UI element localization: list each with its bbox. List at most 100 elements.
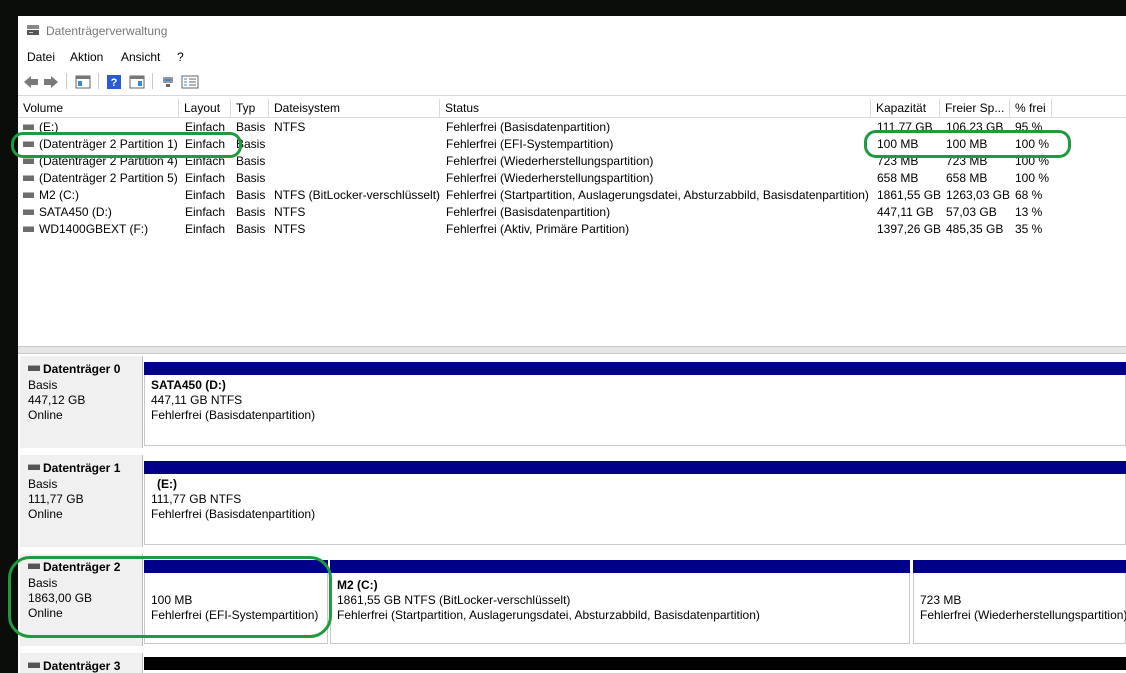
cell-layout: Einfach <box>185 205 226 219</box>
disk-icon <box>28 563 40 569</box>
partition-recovery[interactable]: 723 MB Fehlerfrei (Wiederherstellungspar… <box>913 560 1126 644</box>
partition-title: SATA450 (D:) <box>151 378 226 392</box>
partition-bar <box>144 362 1126 375</box>
cell-typ: Basis <box>236 154 266 168</box>
disk-icon <box>28 365 40 371</box>
partition-title: M2 (C:) <box>337 578 378 592</box>
menu-bar: Datei Aktion Ansicht ? <box>18 47 1126 67</box>
cell-freier-speicher: 1263,03 GB <box>946 188 1011 202</box>
partition-bar <box>144 657 1126 670</box>
partition-size: 100 MB <box>151 593 193 607</box>
volume-drive-icon <box>23 175 34 181</box>
cell-layout: Einfach <box>185 222 226 236</box>
cell-kapazitaet: 447,11 GB <box>877 205 934 219</box>
disk-3-row: Datenträger 3 <box>18 651 1126 673</box>
cell-volume: WD1400GBEXT (F:) <box>39 222 149 236</box>
partition-status: Fehlerfrei (Basisdatenpartition) <box>151 507 316 521</box>
volume-drive-icon <box>23 209 34 215</box>
cell-typ: Basis <box>236 188 266 202</box>
volume-drive-icon <box>23 158 34 164</box>
cell-typ: Basis <box>236 222 266 236</box>
volume-list-header: Volume Layout Typ Dateisystem Status Kap… <box>18 99 1126 118</box>
cell-freier-speicher: 106,23 GB <box>946 120 1004 134</box>
col-typ[interactable]: Typ <box>231 99 269 117</box>
cell-prozent-frei: 95 % <box>1015 120 1043 134</box>
disk-1-info[interactable]: Datenträger 1 Basis 111,77 GB Online <box>20 455 143 547</box>
disk-2-size: 1863,00 GB <box>28 591 93 605</box>
partition-bar <box>913 560 1126 573</box>
col-freier-speicher[interactable]: Freier Sp... <box>940 99 1010 117</box>
cell-layout: Einfach <box>185 120 226 134</box>
disk-2-info[interactable]: Datenträger 2 Basis 1863,00 GB Online <box>20 554 143 646</box>
col-status[interactable]: Status <box>440 99 871 117</box>
cell-freier-speicher: 57,03 GB <box>946 205 997 219</box>
col-kapazitaet[interactable]: Kapazität <box>871 99 940 117</box>
disk-management-app-icon <box>26 24 40 39</box>
disk-0-state: Online <box>28 408 63 422</box>
menu-datei[interactable]: Datei <box>27 50 55 64</box>
col-layout[interactable]: Layout <box>179 99 231 117</box>
partition-efi[interactable]: 100 MB Fehlerfrei (EFI-Systempartition) <box>144 560 328 644</box>
disk-2-state: Online <box>28 606 63 620</box>
cell-status: Fehlerfrei (Startpartition, Auslagerungs… <box>446 188 869 202</box>
disk-0-info[interactable]: Datenträger 0 Basis 447,12 GB Online <box>20 356 143 448</box>
partition-m2-c[interactable]: M2 (C:) 1861,55 GB NTFS (BitLocker-versc… <box>330 560 910 644</box>
table-row[interactable]: (Datenträger 2 Partition 1) Einfach Basi… <box>18 136 1126 153</box>
cell-layout: Einfach <box>185 171 226 185</box>
menu-aktion[interactable]: Aktion <box>70 50 103 64</box>
partition-status: Fehlerfrei (Wiederherstellungspartition) <box>920 608 1126 622</box>
col-volume[interactable]: Volume <box>18 99 179 117</box>
table-row[interactable]: M2 (C:) Einfach Basis NTFS (BitLocker-ve… <box>18 187 1126 204</box>
disk-1-state: Online <box>28 507 63 521</box>
cell-prozent-frei: 100 % <box>1015 137 1050 151</box>
partition-size: 111,77 GB NTFS <box>151 492 242 506</box>
disk-1-row: Datenträger 1 Basis 111,77 GB Online (E:… <box>18 453 1126 549</box>
cell-volume: SATA450 (D:) <box>39 205 112 219</box>
disk-0-type: Basis <box>28 378 58 392</box>
table-row[interactable]: (E:) Einfach Basis NTFS Fehlerfrei (Basi… <box>18 119 1126 136</box>
volume-drive-icon <box>23 124 34 130</box>
partition-sata450-d[interactable]: SATA450 (D:) 447,11 GB NTFS Fehlerfrei (… <box>144 362 1126 446</box>
cell-status: Fehlerfrei (Basisdatenpartition) <box>446 205 611 219</box>
menu-ansicht[interactable]: Ansicht <box>121 50 160 64</box>
disk-0-row: Datenträger 0 Basis 447,12 GB Online SAT… <box>18 354 1126 450</box>
disk-1-size: 111,77 GB <box>28 492 84 506</box>
back-arrow-icon[interactable] <box>22 73 40 91</box>
disk-2-row: Datenträger 2 Basis 1863,00 GB Online 10… <box>18 552 1126 648</box>
cell-status: Fehlerfrei (Basisdatenpartition) <box>446 120 611 134</box>
disk-icon <box>28 464 40 470</box>
cell-volume: M2 (C:) <box>39 188 79 202</box>
cell-kapazitaet: 1861,55 GB <box>877 188 942 202</box>
cell-freier-speicher: 658 MB <box>946 171 988 185</box>
table-row[interactable]: SATA450 (D:) Einfach Basis NTFS Fehlerfr… <box>18 204 1126 221</box>
col-dateisystem[interactable]: Dateisystem <box>269 99 440 117</box>
disk-2-name: Datenträger 2 <box>28 560 120 574</box>
partition-e[interactable]: (E:) 111,77 GB NTFS Fehlerfrei (Basisdat… <box>144 461 1126 545</box>
cell-layout: Einfach <box>185 137 226 151</box>
connect-icon[interactable] <box>159 73 177 91</box>
pane-splitter[interactable] <box>18 346 1126 354</box>
list-view-icon[interactable] <box>74 73 92 91</box>
menu-help[interactable]: ? <box>177 50 184 64</box>
help-icon[interactable]: ? <box>105 73 123 91</box>
cell-freier-speicher: 100 MB <box>946 137 988 151</box>
cell-freier-speicher: 485,35 GB <box>946 222 1004 236</box>
partition-size: 447,11 GB NTFS <box>151 393 243 407</box>
table-row[interactable]: (Datenträger 2 Partition 5) Einfach Basi… <box>18 170 1126 187</box>
cell-kapazitaet: 100 MB <box>877 137 919 151</box>
svg-text:?: ? <box>111 77 118 89</box>
cell-status: Fehlerfrei (EFI-Systempartition) <box>446 137 614 151</box>
table-row[interactable]: WD1400GBEXT (F:) Einfach Basis NTFS Fehl… <box>18 221 1126 238</box>
properties-icon[interactable] <box>128 73 146 91</box>
disk-3-info[interactable]: Datenträger 3 <box>20 653 143 673</box>
partition-size: 1861,55 GB NTFS (BitLocker-verschlüsselt… <box>337 593 571 607</box>
forward-arrow-icon[interactable] <box>42 73 60 91</box>
cell-kapazitaet: 1397,26 GB <box>877 222 942 236</box>
col-prozent-frei[interactable]: % frei <box>1010 99 1052 117</box>
disk-list-icon[interactable] <box>181 73 199 91</box>
cell-prozent-frei: 100 % <box>1015 171 1050 185</box>
partition-bar <box>144 560 328 573</box>
partition-status: Fehlerfrei (Basisdatenpartition) <box>151 408 316 422</box>
disk-3-name: Datenträger 3 <box>28 659 120 673</box>
table-row[interactable]: (Datenträger 2 Partition 4) Einfach Basi… <box>18 153 1126 170</box>
